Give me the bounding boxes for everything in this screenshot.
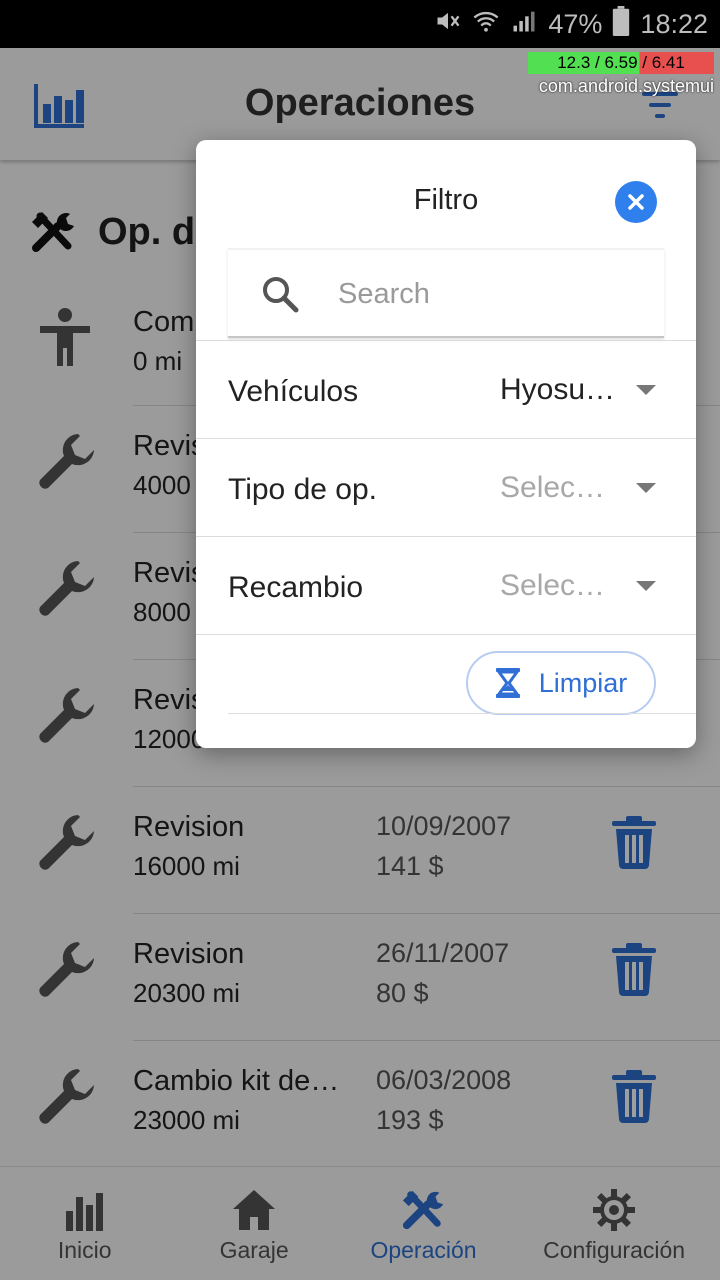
chevron-down-icon (636, 483, 656, 493)
wifi-icon (472, 7, 500, 42)
hourglass-icon (495, 668, 520, 698)
mute-icon (434, 7, 462, 42)
search-box (228, 248, 664, 338)
battery-percent: 47% (548, 8, 603, 39)
dialog-actions: Limpiar (196, 634, 696, 730)
filter-dialog: Filtro Vehículos Hyosu… Tipo de op. Sele… (196, 140, 696, 748)
part-dropdown[interactable]: Recambio Selecci… (196, 536, 696, 634)
op-type-value: Selecci… (500, 471, 618, 504)
perf-package: com.android.systemui (538, 76, 714, 96)
search-input[interactable] (338, 272, 638, 316)
battery-icon (612, 5, 630, 43)
clear-label: Limpiar (538, 667, 628, 698)
clear-button[interactable]: Limpiar (466, 651, 656, 715)
close-button[interactable] (615, 181, 657, 223)
op-type-label: Tipo de op. (228, 473, 377, 506)
status-bar: 47% 18:22 (0, 0, 720, 48)
search-icon (263, 277, 299, 313)
clock: 18:22 (640, 8, 708, 39)
close-icon (628, 194, 644, 210)
divider (228, 713, 696, 714)
op-type-dropdown[interactable]: Tipo de op. Selecci… (196, 438, 696, 536)
vehicles-label: Vehículos (228, 375, 359, 408)
chevron-down-icon (636, 385, 656, 395)
part-label: Recambio (228, 571, 364, 604)
part-value: Selecci… (500, 569, 618, 602)
signal-icon (510, 7, 538, 42)
perf-overlay: 12.3 / 6.59 / 6.41 (528, 52, 714, 74)
chevron-down-icon (636, 581, 656, 591)
vehicles-value: Hyosu… (500, 373, 616, 406)
vehicles-dropdown[interactable]: Vehículos Hyosu… (196, 340, 696, 438)
